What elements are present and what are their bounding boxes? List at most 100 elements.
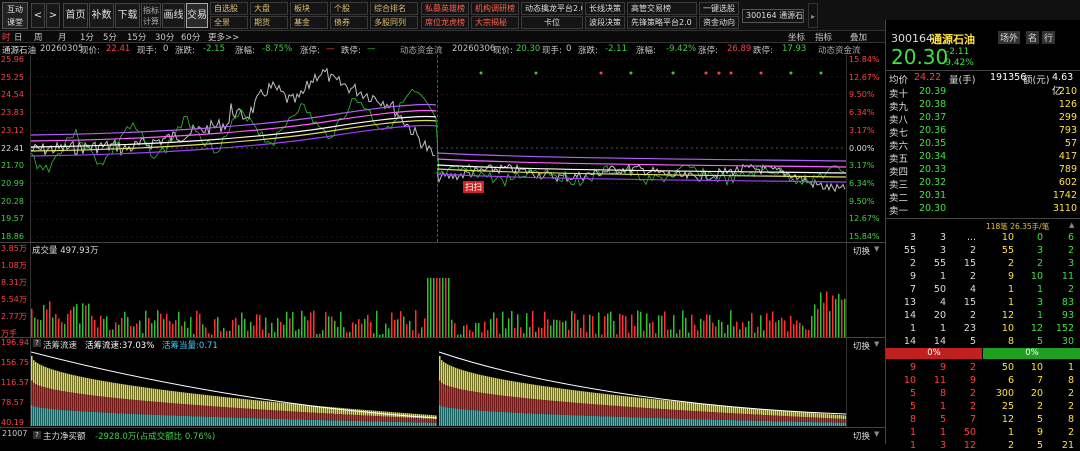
draw-line-button[interactable]: 画线 — [162, 3, 185, 28]
ask-row[interactable]: 卖三 20.32 602 — [886, 177, 1080, 191]
menu-long-term[interactable]: 长线决策 — [585, 2, 625, 15]
trade-button[interactable]: 交易 — [186, 3, 208, 28]
axis-tick: 15.84% — [849, 232, 880, 241]
menu-fund[interactable]: 基金 — [290, 16, 328, 29]
ask-volume: 57 — [1064, 138, 1077, 149]
queue-cell: 2 — [1067, 284, 1074, 295]
queue-cell: 55 — [933, 258, 946, 269]
tab-15min[interactable]: 15分 — [127, 31, 146, 43]
bottom-switch-chevron-icon[interactable]: ▼ — [874, 430, 879, 438]
tab-week[interactable]: 周 — [34, 31, 43, 43]
menu-sector[interactable]: 板块 — [290, 2, 328, 15]
overlay-button[interactable]: 叠加 — [850, 31, 867, 43]
ask-row[interactable]: 卖一 20.30 3110 — [886, 203, 1080, 217]
hudong-classroom-logo[interactable]: 互动 课堂 — [2, 2, 28, 29]
menu-private-fund-list[interactable]: 私募英雄榜 — [421, 2, 469, 15]
queue-cell: 15 — [963, 297, 976, 308]
menu-panorama[interactable]: 全景 — [210, 16, 248, 29]
supplement-data-button[interactable]: 补数 — [89, 3, 114, 28]
ask-row[interactable]: 卖八 20.37 299 — [886, 112, 1080, 126]
tab-30min[interactable]: 30分 — [155, 31, 174, 43]
ask-row[interactable]: 卖四 20.33 789 — [886, 164, 1080, 178]
quote-tag-row[interactable]: 行 — [1042, 31, 1056, 44]
down-limit-value-1: — — [367, 44, 376, 54]
toolbar-expand-icon[interactable]: ▸ — [808, 3, 818, 28]
menu-dragon-platform[interactable]: 动态擒龙平台2.0 — [521, 2, 583, 15]
price-line-svg — [31, 58, 846, 238]
menu-bond[interactable]: 债券 — [330, 16, 368, 29]
flow-switch[interactable]: 切换 — [853, 340, 870, 352]
queue-cell: 5 — [909, 388, 916, 399]
menu-futures[interactable]: 期货 — [250, 16, 288, 29]
flow-panel[interactable]: ? 活筹流速 活筹流速:37.03% 活筹当量:0.71 切换 ▼ 196.94… — [0, 337, 885, 428]
flow-switch-chevron-icon[interactable]: ▼ — [874, 340, 879, 348]
menu-multi-stock[interactable]: 多股同列 — [370, 16, 418, 29]
ask-row[interactable]: 卖二 20.31 1742 — [886, 190, 1080, 204]
menu-market[interactable]: 大盘 — [250, 2, 288, 15]
flow-bars-svg — [31, 351, 846, 426]
tab-month[interactable]: 月 — [58, 31, 67, 43]
axis-tick: 6.34% — [849, 178, 875, 188]
tab-time-share[interactable]: 时 — [2, 31, 11, 43]
indicator-button[interactable]: 指标 — [815, 31, 832, 43]
ask-row[interactable]: 卖九 20.38 126 — [886, 99, 1080, 113]
main-net-panel[interactable]: 21007 ? 主力净买额 -2928.0万(占成交额比 0.76%) 切换 ▼ — [0, 427, 885, 444]
tab-day[interactable]: 日 — [14, 31, 23, 43]
queue-cell: 2 — [1067, 245, 1074, 256]
ticker-expand-icon[interactable]: ▲ — [1069, 221, 1074, 229]
menu-position[interactable]: 卡位 — [521, 16, 583, 29]
date-label-1: 20260305 — [40, 44, 84, 54]
menu-watchlist[interactable]: 自选股 — [210, 2, 248, 15]
home-button[interactable]: 首页 — [63, 3, 88, 28]
ask-row[interactable]: 卖六 20.35 57 — [886, 138, 1080, 152]
chg-value-2: -2.11 — [605, 44, 627, 54]
percent-axis: 15.84% 12.67% 9.50% 6.34% 3.17% 0.00% 3.17% 6.3… — [848, 55, 885, 242]
ask-row[interactable]: 卖七 20.36 793 — [886, 125, 1080, 139]
quote-tag-otc[interactable]: 场外 — [998, 31, 1021, 44]
down-limit-value-2: 17.93 — [782, 44, 807, 54]
ask-level: 卖七 — [889, 128, 909, 139]
menu-quick-pick[interactable]: 一键选股 — [699, 2, 739, 15]
back-button[interactable]: < — [31, 3, 45, 28]
queue-cell: 1 — [939, 323, 946, 334]
price-chart[interactable]: 25.96 25.25 24.54 23.83 23.12 22.41 21.70 20.99… — [0, 55, 885, 242]
tab-1min[interactable]: 1分 — [80, 31, 94, 43]
menu-ranking[interactable]: 综合排名 — [370, 2, 418, 15]
queue-cell: 2 — [909, 258, 916, 269]
menu-institution-survey[interactable]: 机构调研榜 — [471, 2, 519, 15]
up-limit-value-1: — — [326, 44, 335, 54]
tab-5min[interactable]: 5分 — [103, 31, 117, 43]
stock-code-badge[interactable]: 300164 通源石油 — [742, 9, 804, 23]
queue-cell: 300 — [995, 388, 1014, 399]
queue-cell: 12 — [963, 440, 976, 451]
ask-level: 卖九 — [889, 102, 909, 113]
queue-cell: 2 — [969, 271, 976, 282]
menu-fund-flow[interactable]: 资金动向 — [699, 16, 739, 29]
quote-tag-name[interactable]: 名 — [1026, 31, 1040, 44]
queue-cell: 1 — [1007, 427, 1014, 438]
date-label-2: 20260306 — [452, 44, 496, 54]
menu-stock[interactable]: 个股 — [330, 2, 368, 15]
bottom-switch[interactable]: 切换 — [853, 430, 870, 442]
kou-tag[interactable]: 扫扫 — [463, 181, 485, 193]
tab-more[interactable]: 更多>> — [208, 31, 239, 43]
download-button[interactable]: 下载 — [115, 3, 140, 28]
menu-block-trade[interactable]: 大宗揭秘 — [471, 16, 519, 29]
menu-seat-dragon-tiger[interactable]: 席位龙虎榜 — [421, 16, 469, 29]
queue-cell: 3 — [939, 232, 946, 243]
volume-switch[interactable]: 切换 — [853, 245, 870, 257]
menu-exec-trade[interactable]: 高管交易榜 — [627, 2, 697, 15]
ask-row[interactable]: 卖十 20.39 210 — [886, 86, 1080, 100]
volume-switch-chevron-icon[interactable]: ▼ — [874, 245, 879, 253]
menu-pioneer-platform[interactable]: 先锋策略平台2.0 — [627, 16, 697, 29]
menu-swing[interactable]: 波段决策 — [585, 16, 625, 29]
forward-button[interactable]: > — [46, 3, 60, 28]
help-icon-2[interactable]: ? — [33, 431, 41, 439]
axis-tick: 24.54 — [1, 90, 24, 100]
ask-row[interactable]: 卖五 20.34 417 — [886, 151, 1080, 165]
volume-panel[interactable]: 成交量 497.93万 切换 ▼ 3.85万 1.08万 8.31万 5.54万 2.7… — [0, 242, 885, 338]
indicator-calc-button[interactable]: 指标 计算 — [141, 3, 161, 28]
coord-button[interactable]: 坐标 — [788, 31, 805, 43]
tab-60min[interactable]: 60分 — [181, 31, 200, 43]
queue-cell: 50 — [1001, 362, 1014, 373]
